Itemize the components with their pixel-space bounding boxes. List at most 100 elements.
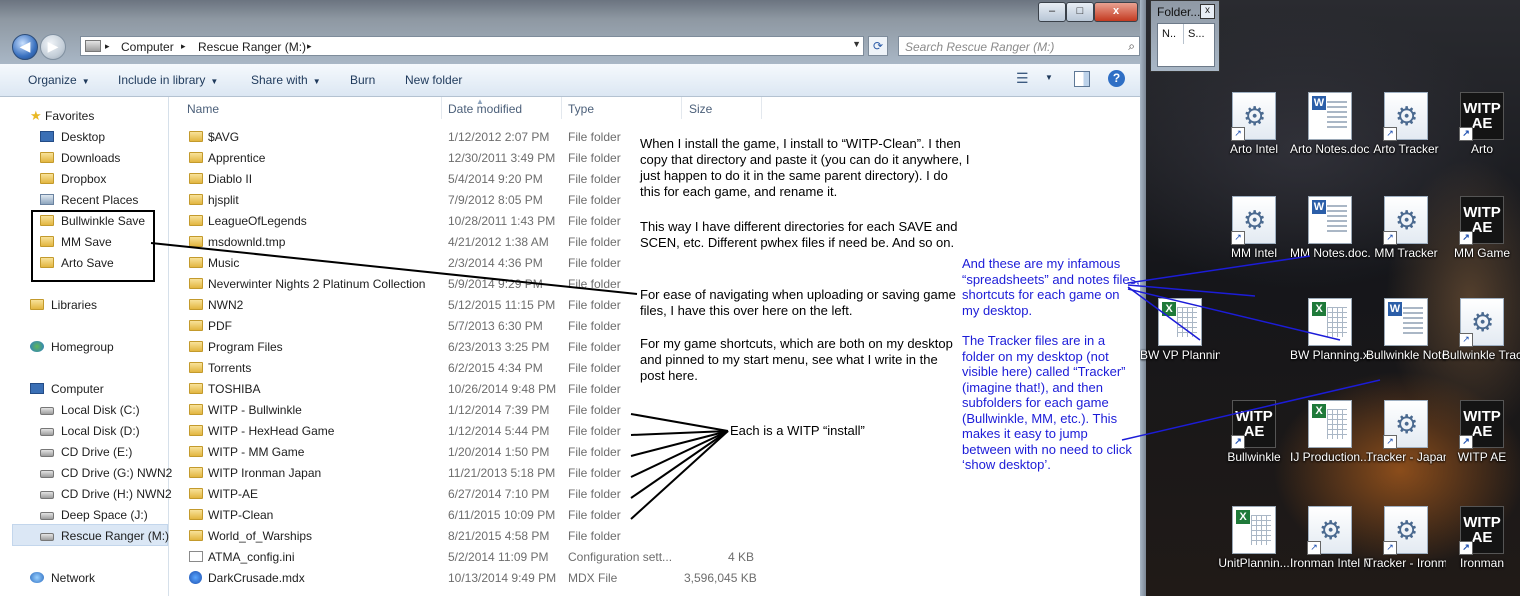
desktop-shortcut[interactable]: Arto Notes.docx [1290,92,1370,157]
nav-bullwinkle-save[interactable]: Bullwinkle Save [40,214,145,228]
search-input[interactable]: Search Rescue Ranger (M:) ⌕ [898,36,1140,56]
nav-favorites[interactable]: ★ Favorites [30,108,94,124]
breadcrumb-drive[interactable]: Rescue Ranger (M:) [198,40,306,54]
nav-libraries[interactable]: Libraries [30,298,97,312]
folder-col-name[interactable]: N.. [1162,28,1176,40]
forward-button[interactable]: ▶ [40,34,66,60]
desktop-shortcut[interactable]: ↗MM Tracker [1366,196,1446,261]
desktop-shortcut[interactable]: UnitPlannin... [1214,506,1294,571]
address-dropdown-icon[interactable]: ▼ [852,39,861,49]
search-icon[interactable]: ⌕ [1128,39,1135,54]
nav-drive-d[interactable]: Local Disk (D:) [40,424,140,438]
folder-icon [189,341,203,352]
desktop-shortcut[interactable]: WITP AE ↗ Arto [1442,92,1520,157]
back-button[interactable]: ◀ [12,34,38,60]
file-row[interactable]: DarkCrusade.mdx 10/13/2014 9:49 PM MDX Fil… [169,568,1140,589]
desktop-shortcut-label: Bullwinkle Tracker [1442,348,1520,362]
file-name: World_of_Warships [208,529,313,543]
breadcrumb-computer[interactable]: Computer [121,40,174,54]
folder-icon [189,320,203,331]
desktop-shortcut[interactable]: WITP AE ↗ Ironman [1442,506,1520,571]
nav-homegroup[interactable]: Homegroup [30,340,114,354]
column-header: ▲ Name Date modified Type Size [169,97,1140,121]
file-date: 6/23/2013 3:25 PM [448,340,550,354]
nav-network[interactable]: Network [30,571,95,585]
desktop-shortcut[interactable]: ↗Tracker - Ironman [1366,506,1446,571]
cd-drive-icon [40,449,54,457]
nav-computer[interactable]: Computer [30,382,104,396]
burn-button[interactable]: Burn [350,73,375,87]
desktop-shortcut[interactable]: WITP AE ↗ Bullwinkle [1214,400,1294,465]
folder-icon [189,425,203,436]
file-date: 10/28/2011 1:43 PM [448,214,556,228]
column-date-modified[interactable]: Date modified [448,102,522,116]
chevron-down-icon: ▼ [210,77,219,86]
witp-game-icon: WITP AE ↗ [1459,400,1504,449]
view-options-icon[interactable]: ☰ [1016,70,1029,87]
desktop-shortcut[interactable]: WITP AE ↗ MM Game [1442,196,1520,261]
help-icon[interactable]: ? [1108,70,1125,87]
application-icon: ↗ [1383,506,1428,555]
desktop-shortcut[interactable]: BW VP Planning.xlsx [1140,298,1220,363]
folder-icon [189,131,203,142]
nav-drive-e[interactable]: CD Drive (E:) [40,445,132,459]
file-type: File folder [568,487,621,501]
desktop-shortcut-label: IJ Production... [1290,450,1370,464]
desktop-shortcut[interactable]: Bullwinkle Notes.docx [1366,298,1446,363]
nav-arto-save[interactable]: Arto Save [40,256,114,270]
folder-icon [189,236,203,247]
minimize-button[interactable]: – [1038,2,1066,22]
nav-drive-m[interactable]: Rescue Ranger (M:) [40,529,169,543]
refresh-button[interactable]: ⟳ [868,36,888,56]
organize-menu[interactable]: Organize ▼ [28,73,90,87]
close-button[interactable]: x [1094,2,1138,22]
column-type[interactable]: Type [568,102,594,116]
file-size: 4 KB [727,550,754,564]
desktop-shortcut[interactable]: ↗MM Intel [1214,196,1294,261]
cd-drive-icon [40,470,54,478]
nav-desktop[interactable]: Desktop [40,130,105,144]
nav-dropbox[interactable]: Dropbox [40,172,106,186]
folder-window[interactable]: Folder... x N.. S... [1150,0,1220,72]
file-name: WITP - MM Game [208,445,305,459]
file-date: 6/27/2014 7:10 PM [448,487,550,501]
desktop-shortcut[interactable]: ↗Bullwinkle Tracker [1442,298,1520,363]
nav-mm-save[interactable]: MM Save [40,235,112,249]
include-library-menu[interactable]: Include in library ▼ [118,73,218,87]
annotation-note-1: When I install the game, I install to “W… [640,136,970,199]
desktop-shortcut[interactable]: ↗Ironman Intel Monkey [1290,506,1370,571]
folder-icon [189,152,203,163]
nav-drive-c[interactable]: Local Disk (C:) [40,403,140,417]
nav-recent-places[interactable]: Recent Places [40,193,138,207]
nav-drive-j[interactable]: Deep Space (J:) [40,508,148,522]
chevron-down-icon[interactable]: ▼ [1045,73,1053,82]
file-row[interactable]: World_of_Warships 8/21/2015 4:58 PM File f… [169,526,1140,547]
desktop-shortcut[interactable]: ↗Arto Tracker [1366,92,1446,157]
folder-icon [189,488,203,499]
address-bar[interactable]: ▸ Computer ▸ Rescue Ranger (M:) ▸ ▼ [80,36,864,56]
desktop-shortcut[interactable]: WITP AE ↗ WITP AE [1442,400,1520,465]
column-name[interactable]: Name [187,102,219,116]
nav-drive-h[interactable]: CD Drive (H:) NWN2 [40,487,172,501]
file-name: msdownld.tmp [208,235,286,249]
file-row[interactable]: WITP-Clean 6/11/2015 10:09 PM File folder [169,505,1140,526]
close-icon[interactable]: x [1200,4,1215,19]
file-size: 3,596,045 KB [684,571,757,585]
share-with-menu[interactable]: Share with ▼ [251,73,321,87]
preview-pane-icon[interactable] [1074,71,1090,87]
column-size[interactable]: Size [689,102,712,116]
nav-downloads[interactable]: Downloads [40,151,120,165]
nav-drive-g[interactable]: CD Drive (G:) NWN2 [40,466,172,480]
new-folder-button[interactable]: New folder [405,73,462,87]
desktop-shortcut[interactable]: MM Notes.doc... [1290,196,1370,261]
maximize-button[interactable]: □ [1066,2,1094,22]
desktop-shortcut-label: MM Game [1453,246,1510,260]
desktop-shortcut[interactable]: ↗Tracker - Japan [1366,400,1446,465]
file-row[interactable]: WITP-AE 6/27/2014 7:10 PM File folder [169,484,1140,505]
desktop-shortcut[interactable]: IJ Production... [1290,400,1370,465]
desktop-shortcut[interactable]: BW Planning.xlsx [1290,298,1370,363]
file-row[interactable]: ATMA_config.ini 5/2/2014 11:09 PM Configur… [169,547,1140,568]
desktop-shortcut[interactable]: ↗Arto Intel [1214,92,1294,157]
folder-col-size[interactable]: S... [1188,28,1205,40]
annotation-note-3: For ease of navigating when uploading or… [640,287,956,318]
